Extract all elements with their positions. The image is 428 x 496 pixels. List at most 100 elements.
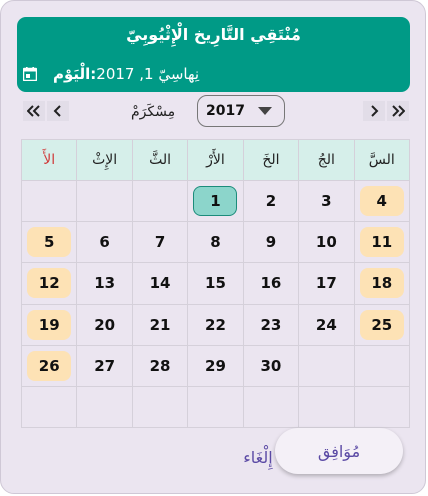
- day-cell: [77, 181, 133, 223]
- day-number: 29: [205, 356, 226, 375]
- day-number: 19: [27, 309, 72, 340]
- day-cell: [299, 386, 355, 428]
- day-cell[interactable]: 17: [299, 263, 355, 305]
- day-cell[interactable]: 5: [22, 222, 78, 264]
- dropdown-caret-icon: [258, 107, 272, 115]
- year-select[interactable]: 2017: [197, 95, 285, 127]
- day-number: 20: [94, 315, 116, 334]
- today-row: الْيَوْم: نِهاسِيّ 1, 2017: [23, 63, 199, 85]
- day-cell[interactable]: 24: [299, 304, 355, 346]
- today-label: الْيَوْم:: [53, 65, 97, 83]
- dialog-title: مُنْتَقِي التَّارِيخ الْإِثْيُوبِيّ: [126, 25, 301, 44]
- day-number: 23: [260, 315, 282, 334]
- day-cell[interactable]: 4: [354, 181, 410, 223]
- previous-month-button[interactable]: [47, 101, 69, 121]
- day-cell: [22, 181, 78, 223]
- weekday-header: السَّ: [354, 140, 410, 182]
- day-cell[interactable]: 7: [132, 222, 189, 264]
- weekday-header: الخَ: [243, 140, 300, 182]
- weekday-header: الثَّ: [132, 140, 189, 182]
- day-cell[interactable]: 21: [132, 304, 189, 346]
- calendar-grid: الأَ الإِثْ الثَّ الأَرْ الخَ الجُ السَّ…: [21, 139, 410, 428]
- day-cell: [243, 386, 300, 428]
- next-year-button[interactable]: [387, 101, 409, 121]
- calendar-icon: [23, 67, 37, 81]
- day-number: 1: [193, 186, 238, 217]
- weekday-header: الأَ: [22, 140, 78, 182]
- day-number: 13: [94, 274, 116, 293]
- double-chevron-left-icon: [27, 105, 40, 117]
- day-cell[interactable]: 9: [243, 222, 300, 264]
- day-number: 8: [210, 233, 221, 252]
- day-cell: [22, 386, 78, 428]
- date-picker-dialog: مُنْتَقِي التَّارِيخ الْإِثْيُوبِيّ الْي…: [0, 0, 426, 494]
- day-cell[interactable]: 28: [132, 345, 189, 387]
- day-cell: [354, 345, 410, 387]
- day-number: 7: [154, 233, 166, 252]
- day-cell[interactable]: 8: [188, 222, 244, 264]
- day-number: 27: [94, 356, 116, 375]
- day-number: 28: [149, 356, 171, 375]
- day-number: 3: [321, 192, 332, 211]
- previous-year-button[interactable]: [23, 101, 45, 121]
- ok-button[interactable]: مُوَافِق: [275, 428, 403, 474]
- next-month-button[interactable]: [363, 101, 385, 121]
- day-number: 15: [205, 274, 226, 293]
- weekday-header: الإِثْ: [77, 140, 133, 182]
- day-cell[interactable]: 22: [188, 304, 244, 346]
- day-number: 17: [315, 274, 337, 293]
- day-number: 10: [315, 233, 337, 252]
- day-cell[interactable]: 16: [243, 263, 300, 305]
- day-cell[interactable]: 26: [22, 345, 78, 387]
- day-cell[interactable]: 6: [77, 222, 133, 264]
- day-cell: [299, 345, 355, 387]
- day-cell[interactable]: 1: [188, 181, 244, 223]
- weekday-header: الجُ: [299, 140, 355, 182]
- day-number: 5: [27, 227, 72, 258]
- date-picker-header: مُنْتَقِي التَّارِيخ الْإِثْيُوبِيّ الْي…: [17, 17, 410, 92]
- chevron-left-icon: [53, 105, 61, 117]
- day-number: 14: [149, 274, 171, 293]
- day-number: 30: [260, 356, 282, 375]
- day-cell[interactable]: 15: [188, 263, 244, 305]
- double-chevron-right-icon: [392, 105, 405, 117]
- day-number: 16: [260, 274, 282, 293]
- day-cell: [77, 386, 133, 428]
- day-cell[interactable]: 14: [132, 263, 189, 305]
- day-number: 6: [99, 233, 110, 252]
- day-cell[interactable]: 30: [243, 345, 300, 387]
- weekday-header: الأَرْ: [188, 140, 244, 182]
- day-cell[interactable]: 23: [243, 304, 300, 346]
- day-number: 24: [315, 315, 337, 334]
- day-cell[interactable]: 29: [188, 345, 244, 387]
- day-number: 11: [359, 227, 404, 258]
- day-number: 9: [265, 233, 277, 252]
- today-value: نِهاسِيّ 1, 2017: [96, 65, 200, 83]
- day-cell[interactable]: 13: [77, 263, 133, 305]
- year-select-value: 2017: [206, 103, 245, 119]
- day-number: 26: [27, 350, 72, 381]
- day-cell: [188, 386, 244, 428]
- day-cell[interactable]: 10: [299, 222, 355, 264]
- day-number: 18: [359, 268, 404, 299]
- day-cell: [132, 386, 189, 428]
- day-cell[interactable]: 18: [354, 263, 410, 305]
- day-number: 25: [359, 309, 404, 340]
- day-cell[interactable]: 25: [354, 304, 410, 346]
- day-cell[interactable]: 11: [354, 222, 410, 264]
- day-cell[interactable]: 20: [77, 304, 133, 346]
- month-label: مِسْكَرَمْ: [131, 104, 176, 120]
- day-number: 22: [205, 315, 226, 334]
- day-number: 12: [27, 268, 72, 299]
- day-cell[interactable]: 12: [22, 263, 78, 305]
- chevron-right-icon: [371, 105, 379, 117]
- day-cell[interactable]: 2: [243, 181, 300, 223]
- day-cell[interactable]: 27: [77, 345, 133, 387]
- day-number: 4: [359, 186, 404, 217]
- day-cell: [354, 386, 410, 428]
- day-cell[interactable]: 3: [299, 181, 355, 223]
- day-number: 21: [149, 315, 171, 334]
- day-cell: [132, 181, 189, 223]
- day-cell[interactable]: 19: [22, 304, 78, 346]
- day-number: 2: [265, 192, 277, 211]
